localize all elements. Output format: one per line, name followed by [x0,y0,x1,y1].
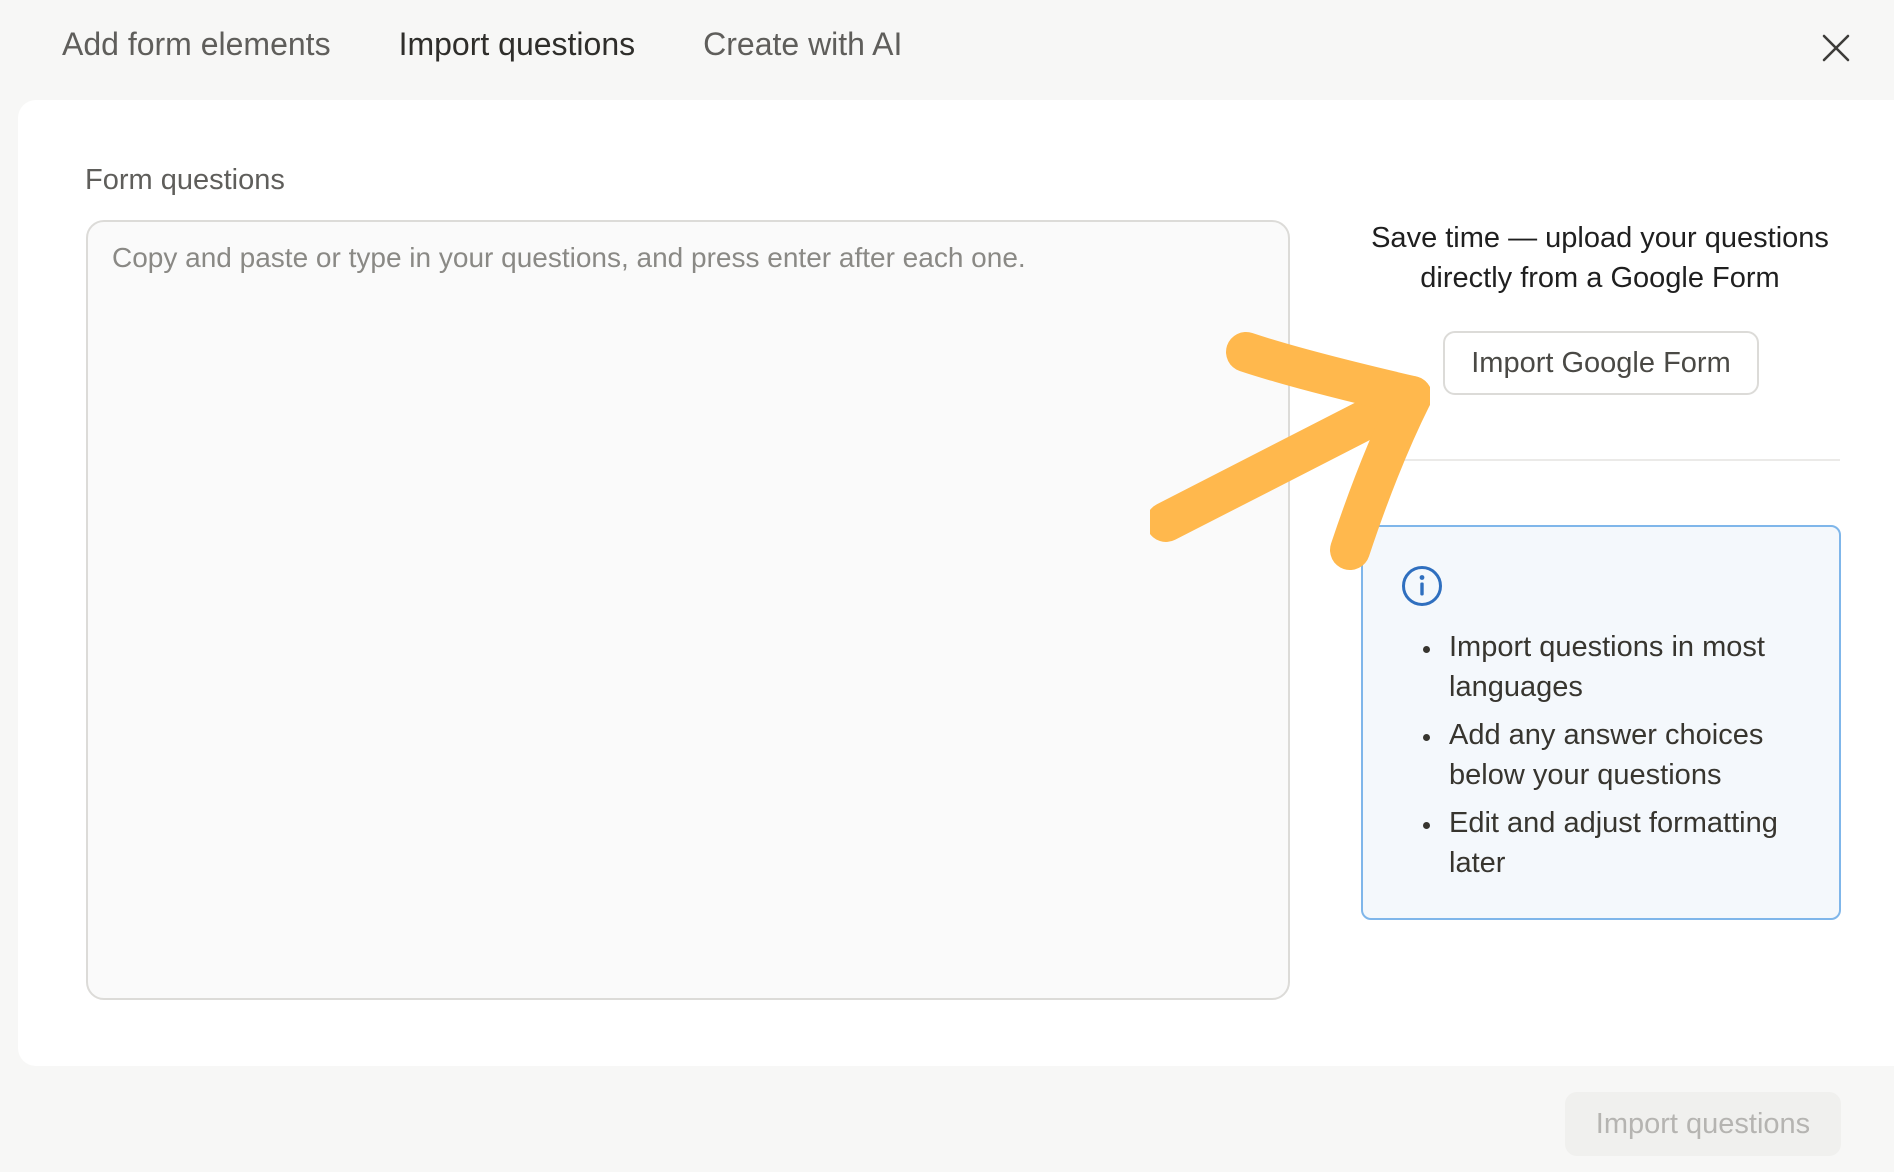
info-list-item: Import questions in most languages [1443,627,1823,707]
promo-text-line-1: Save time — upload your questions [1371,222,1829,254]
form-questions-label: Form questions [85,164,285,196]
import-google-form-button[interactable]: Import Google Form [1443,331,1759,395]
divider [1396,459,1840,461]
promo-text-line-2: directly from a Google Form [1420,262,1780,294]
info-list-item: Add any answer choices below your questi… [1443,715,1823,795]
import-questions-button[interactable]: Import questions [1565,1092,1841,1156]
info-icon [1402,566,1442,606]
info-list-item: Edit and adjust formatting later [1443,803,1823,883]
info-list: Import questions in most languages Add a… [1393,627,1823,891]
close-icon [1822,34,1850,62]
form-questions-input[interactable] [86,220,1290,1000]
import-questions-dialog: Add form elements Import questions Creat… [0,0,1894,1172]
tab-create-with-ai[interactable]: Create with AI [697,12,908,76]
google-form-promo-text: Save time — upload your questions direct… [1360,218,1840,298]
info-box: Import questions in most languages Add a… [1361,525,1841,920]
close-button[interactable] [1808,20,1864,76]
tab-bar: Add form elements Import questions Creat… [56,12,964,76]
tab-add-form-elements[interactable]: Add form elements [56,12,337,76]
tab-import-questions[interactable]: Import questions [393,12,642,76]
